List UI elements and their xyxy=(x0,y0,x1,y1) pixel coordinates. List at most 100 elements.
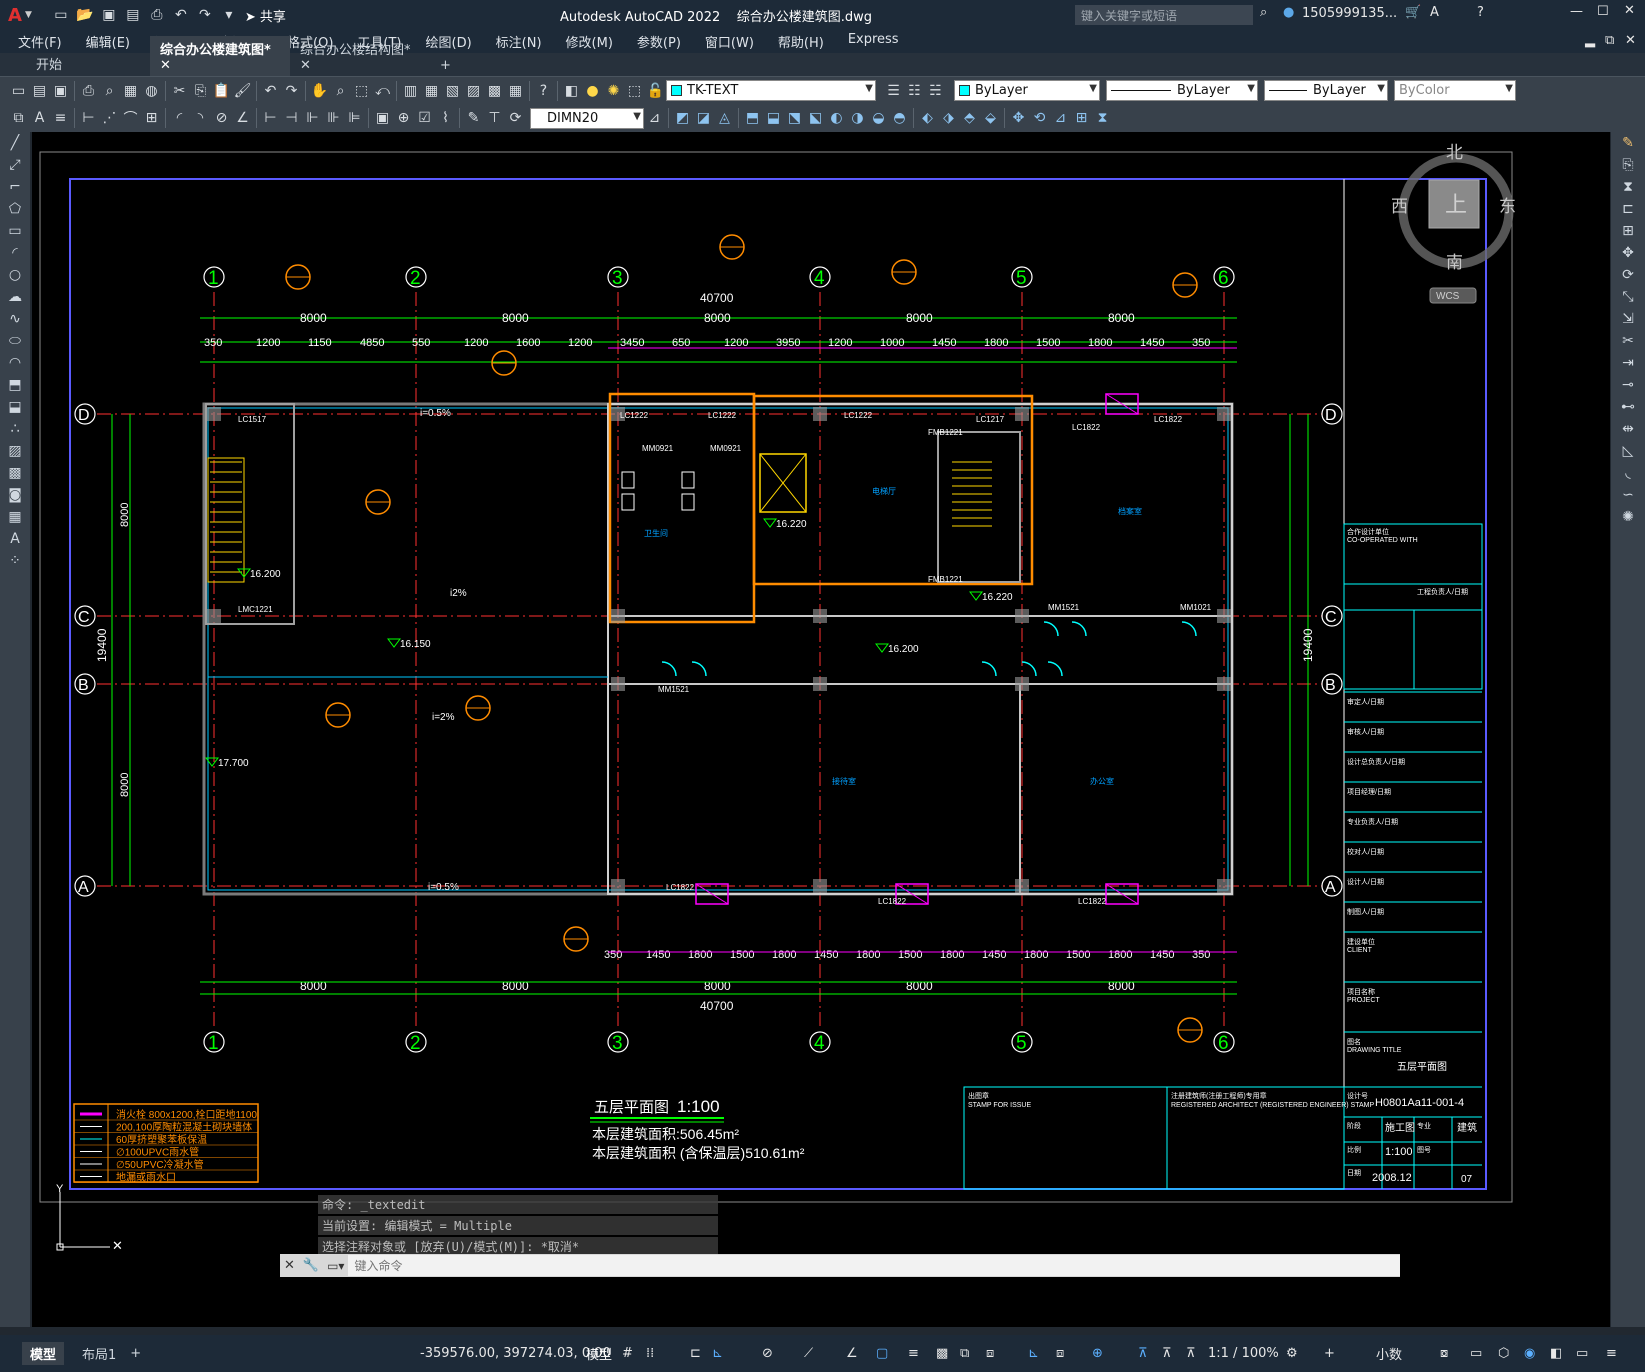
hardware-acceleration-icon[interactable]: ◉ xyxy=(1524,1346,1535,1361)
viewcube-east[interactable]: 东 xyxy=(1499,197,1516,216)
scale-icon[interactable]: ⤡ xyxy=(1617,287,1639,308)
insert-block-icon[interactable]: ⬒ xyxy=(4,375,26,396)
dim-radius-icon[interactable]: ◜ xyxy=(170,108,189,128)
break-icon[interactable]: ⊷ xyxy=(1617,397,1639,418)
revolve-icon[interactable]: ⬓ xyxy=(764,108,783,128)
baseline-icon[interactable]: ⊣ xyxy=(282,108,301,128)
saveas-icon[interactable]: ▤ xyxy=(122,5,144,25)
zoom-window-icon[interactable]: ⬚ xyxy=(352,81,371,101)
dim-space-icon[interactable]: ⊪ xyxy=(324,108,343,128)
a360-icon[interactable]: A xyxy=(1430,5,1439,20)
transparency-icon[interactable]: ▩ xyxy=(936,1346,948,1361)
polar-icon[interactable]: ⊘ xyxy=(762,1346,773,1361)
union-icon[interactable]: ◐ xyxy=(827,108,846,128)
move-icon[interactable]: ✥ xyxy=(1617,243,1639,264)
sweep-icon[interactable]: ⬔ xyxy=(785,108,804,128)
point-icon[interactable]: ∴ xyxy=(4,419,26,440)
explode-icon[interactable]: ✺ xyxy=(1617,507,1639,528)
user-icon[interactable]: ● xyxy=(1283,5,1294,20)
model-space-button[interactable]: 模型 xyxy=(586,1344,612,1363)
layer-properties-icon[interactable]: ☰ xyxy=(884,81,903,101)
dimtedit-icon[interactable]: ⊤ xyxy=(485,108,504,128)
3d-osnap-icon[interactable]: ⧈ xyxy=(986,1346,994,1361)
save-icon[interactable]: ▣ xyxy=(98,5,120,25)
doc-minimize-icon[interactable]: ▂ xyxy=(1585,33,1595,48)
tab-start[interactable]: 开始 xyxy=(0,51,150,76)
osnap-icon[interactable]: ▢ xyxy=(876,1346,888,1361)
lock-icon[interactable]: 🔓 xyxy=(646,81,665,101)
help-icon[interactable]: ? xyxy=(534,81,553,101)
mtext-icon[interactable]: A xyxy=(4,529,26,550)
line-icon[interactable]: ╱ xyxy=(4,133,26,154)
presspull-icon[interactable]: ◓ xyxy=(890,108,909,128)
open-icon[interactable]: ▤ xyxy=(30,81,49,101)
dynamic-ucs-icon[interactable]: ⊾ xyxy=(1028,1346,1039,1361)
save-icon[interactable]: ▣ xyxy=(51,81,70,101)
toolpalettes-icon[interactable]: ▧ xyxy=(443,81,462,101)
draw-order-icon[interactable]: ⧉ xyxy=(9,108,28,128)
new-layout-icon[interactable]: + xyxy=(130,1346,141,1361)
tab-close-icon[interactable]: ✕ xyxy=(300,58,311,73)
publish-icon[interactable]: ▦ xyxy=(121,81,140,101)
model-tab[interactable]: 模型 xyxy=(22,1342,65,1365)
menu-item-7[interactable]: 标注(N) xyxy=(496,32,542,51)
offset-icon[interactable]: ⊏ xyxy=(1617,199,1639,220)
viewcube-west[interactable]: 西 xyxy=(1391,197,1408,216)
blend-icon[interactable]: ∽ xyxy=(1617,485,1639,506)
customize-wrench-icon[interactable]: 🔧 xyxy=(303,1258,319,1273)
paste-icon[interactable]: 📋 xyxy=(212,81,231,101)
dim-arc-icon[interactable]: ⌒ xyxy=(121,108,140,128)
new-tab-button[interactable]: + xyxy=(430,55,461,76)
menu-item-8[interactable]: 修改(M) xyxy=(566,32,613,51)
new-icon[interactable]: ▭ xyxy=(50,5,72,25)
zoom-realtime-icon[interactable]: ⌕ xyxy=(331,81,350,101)
doc-restore-icon[interactable]: ⧉ xyxy=(1605,33,1614,48)
open-icon[interactable]: 📂 xyxy=(74,5,96,25)
dimstyle-manager-icon[interactable]: ⊿ xyxy=(645,108,664,128)
selection-cycling-icon[interactable]: ⧉ xyxy=(960,1346,969,1361)
annotation-monitor-icon[interactable]: + xyxy=(1324,1346,1335,1361)
3d-rotate-icon[interactable]: ⟲ xyxy=(1030,108,1049,128)
arc-icon[interactable]: ◜ xyxy=(4,243,26,264)
copy-icon[interactable]: ⎘ xyxy=(1617,155,1639,176)
menu-item-0[interactable]: 文件(F) xyxy=(18,32,62,51)
intersect-icon[interactable]: ◒ xyxy=(869,108,888,128)
redo-icon[interactable]: ↷ xyxy=(282,81,301,101)
linetype-combo[interactable]: ByLayer ▼ xyxy=(1106,80,1258,101)
center-mark-icon[interactable]: ⊕ xyxy=(394,108,413,128)
cut-icon[interactable]: ✂ xyxy=(170,81,189,101)
dim-diameter-icon[interactable]: ⊘ xyxy=(212,108,231,128)
grid-icon[interactable]: # xyxy=(622,1346,633,1361)
construction-line-icon[interactable]: ⤢ xyxy=(4,155,26,176)
extend-icon[interactable]: ⇥ xyxy=(1617,353,1639,374)
tab-architecture[interactable]: 综合办公楼建筑图* ✕ xyxy=(150,36,290,76)
dim-break-icon[interactable]: ⊫ xyxy=(345,108,364,128)
loft-icon[interactable]: ⬕ xyxy=(806,108,825,128)
command-line[interactable]: ✕ 🔧 ▭▾ xyxy=(280,1254,1400,1277)
spline-icon[interactable]: ∿ xyxy=(4,309,26,330)
3d-mirror-icon[interactable]: ⧗ xyxy=(1093,108,1112,128)
erase-icon[interactable]: ✎ xyxy=(1617,133,1639,154)
auto-scale-icon[interactable]: ⊼ xyxy=(1162,1346,1172,1361)
layer-viewport-icon[interactable]: ⬚ xyxy=(625,81,644,101)
gradient-icon[interactable]: ▩ xyxy=(4,463,26,484)
matchprop-icon[interactable]: 🖌 xyxy=(233,81,252,101)
ellipse-arc-icon[interactable]: ◠ xyxy=(4,353,26,374)
table-icon[interactable]: ▦ xyxy=(4,507,26,528)
cart-icon[interactable]: 🛒 xyxy=(1405,5,1421,20)
3d-array-icon[interactable]: ⊞ xyxy=(1072,108,1091,128)
polyline-icon[interactable]: ⌐ xyxy=(4,177,26,198)
dim-update-icon[interactable]: ⟳ xyxy=(506,108,525,128)
menu-item-9[interactable]: 参数(P) xyxy=(637,32,681,51)
join-icon[interactable]: ⇹ xyxy=(1617,419,1639,440)
plot-icon[interactable]: ⎙ xyxy=(146,5,168,25)
dim-linear-icon[interactable]: ⊢ xyxy=(79,108,98,128)
isodraft-icon[interactable]: ⟋ xyxy=(804,1346,813,1361)
3d-align-icon[interactable]: ⊿ xyxy=(1051,108,1070,128)
zoom-previous-icon[interactable]: ⤺ xyxy=(373,81,392,101)
section-icon[interactable]: ⬘ xyxy=(960,108,979,128)
menu-item-6[interactable]: 绘图(D) xyxy=(426,32,472,51)
preview-icon[interactable]: ⌕ xyxy=(100,81,119,101)
viewcube-south[interactable]: 南 xyxy=(1446,253,1463,272)
layer-state-icon[interactable]: ◧ xyxy=(562,81,581,101)
